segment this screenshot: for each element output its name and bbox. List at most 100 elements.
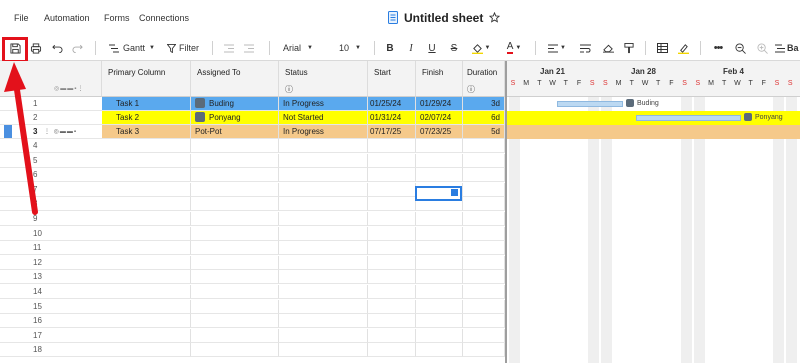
fill-color-dropdown[interactable]: ▼ <box>469 40 493 56</box>
eraser-icon[interactable] <box>601 40 615 56</box>
empty-cell[interactable] <box>463 226 505 241</box>
empty-cell[interactable] <box>368 197 416 212</box>
empty-cell[interactable] <box>191 182 279 197</box>
empty-cell[interactable] <box>279 241 368 256</box>
favorite-star-icon[interactable] <box>489 11 501 25</box>
empty-cell[interactable] <box>463 168 505 183</box>
zoom-in-icon[interactable] <box>755 40 769 56</box>
empty-cell[interactable] <box>102 314 191 329</box>
cell-task[interactable]: Task 2 <box>102 111 191 125</box>
empty-cell[interactable] <box>368 182 416 197</box>
cell-start[interactable]: 07/17/25 <box>368 125 416 139</box>
empty-cell[interactable] <box>416 168 463 183</box>
empty-cell[interactable] <box>279 299 368 314</box>
text-color-dropdown[interactable]: A ▼ <box>502 40 526 56</box>
table-row[interactable]: 2 Task 2 Ponyang Not Started 01/31/24 02… <box>0 111 505 125</box>
table-row[interactable]: 4 <box>0 139 505 153</box>
cell-finish[interactable]: 07/23/25 <box>416 125 463 139</box>
row-number[interactable]: 6 <box>0 168 42 183</box>
empty-cell[interactable] <box>279 343 368 358</box>
empty-cell[interactable] <box>191 285 279 299</box>
empty-cell[interactable] <box>102 153 191 168</box>
table-row[interactable]: 17 <box>0 328 505 343</box>
empty-cell[interactable] <box>279 153 368 168</box>
table-row[interactable]: 14 <box>0 285 505 299</box>
empty-cell[interactable] <box>191 255 279 270</box>
menu-forms[interactable]: Forms <box>104 13 130 23</box>
empty-cell[interactable] <box>279 314 368 329</box>
empty-cell[interactable] <box>279 226 368 241</box>
empty-cell[interactable] <box>279 139 368 153</box>
empty-cell[interactable] <box>102 168 191 183</box>
cell-finish[interactable]: 01/29/24 <box>416 97 463 111</box>
empty-cell[interactable] <box>463 241 505 256</box>
font-family-dropdown[interactable]: Arial ▼ <box>281 40 315 56</box>
table-row[interactable]: 5 <box>0 153 505 168</box>
empty-cell[interactable] <box>368 328 416 343</box>
empty-cell[interactable] <box>191 343 279 358</box>
empty-cell[interactable] <box>102 139 191 153</box>
row-number[interactable]: 13 <box>0 270 42 285</box>
row-number[interactable]: 8 <box>0 197 42 212</box>
format-painter-icon[interactable] <box>622 40 636 56</box>
empty-cell[interactable] <box>463 343 505 358</box>
row-number[interactable]: 4 <box>0 139 42 153</box>
calendar-picker-icon[interactable] <box>451 189 458 196</box>
empty-cell[interactable] <box>191 328 279 343</box>
row-number[interactable]: 2 <box>0 111 42 125</box>
empty-cell[interactable] <box>416 343 463 358</box>
empty-cell[interactable] <box>416 314 463 329</box>
cell-assigned[interactable]: Buding <box>191 97 279 111</box>
empty-cell[interactable] <box>416 153 463 168</box>
empty-cell[interactable] <box>102 299 191 314</box>
empty-cell[interactable] <box>279 182 368 197</box>
empty-cell[interactable] <box>191 197 279 212</box>
empty-cell[interactable] <box>191 139 279 153</box>
table-row[interactable]: 13 <box>0 270 505 285</box>
row-number[interactable]: 9 <box>0 212 42 226</box>
empty-cell[interactable] <box>102 197 191 212</box>
col-header-duration[interactable]: Duration ⓘ <box>463 61 505 97</box>
empty-cell[interactable] <box>463 328 505 343</box>
empty-cell[interactable] <box>463 270 505 285</box>
row-number[interactable]: 11 <box>0 241 42 256</box>
row-number[interactable]: 16 <box>0 314 42 329</box>
cell-status[interactable]: In Progress <box>279 125 368 139</box>
gantt-bar-task1[interactable] <box>557 101 623 107</box>
empty-cell[interactable] <box>463 153 505 168</box>
empty-cell[interactable] <box>102 241 191 256</box>
empty-cell[interactable] <box>368 212 416 226</box>
row-number[interactable]: 1 <box>0 97 42 111</box>
empty-cell[interactable] <box>191 153 279 168</box>
row-action-icons[interactable]: ⋮ ◎▬▬▪ <box>42 125 102 139</box>
table-row[interactable]: 10 <box>0 226 505 241</box>
info-icon[interactable]: ⓘ <box>285 84 293 95</box>
empty-cell[interactable] <box>191 168 279 183</box>
cell-start[interactable]: 01/31/24 <box>368 111 416 125</box>
empty-cell[interactable] <box>368 153 416 168</box>
empty-cell[interactable] <box>416 270 463 285</box>
row-number[interactable]: 14 <box>0 285 42 299</box>
empty-cell[interactable] <box>463 182 505 197</box>
print-icon[interactable] <box>28 40 44 56</box>
italic-icon[interactable]: I <box>405 40 417 56</box>
menu-file[interactable]: File <box>14 13 29 23</box>
empty-cell[interactable] <box>368 241 416 256</box>
view-dropdown[interactable]: Gantt ▼ <box>106 40 158 56</box>
empty-cell[interactable] <box>463 255 505 270</box>
table-row[interactable]: 1 Task 1 Buding In Progress 01/25/24 01/… <box>0 97 505 111</box>
empty-cell[interactable] <box>191 299 279 314</box>
empty-cell[interactable] <box>102 285 191 299</box>
cell-status[interactable]: In Progress <box>279 97 368 111</box>
empty-cell[interactable] <box>416 299 463 314</box>
row-number[interactable]: 10 <box>0 227 42 241</box>
gantt-bar-task2[interactable] <box>636 115 741 121</box>
row-number[interactable]: 5 <box>0 154 42 168</box>
grid-table-icon[interactable] <box>655 40 669 56</box>
empty-cell[interactable] <box>463 314 505 329</box>
empty-cell[interactable] <box>191 241 279 256</box>
redo-icon[interactable] <box>70 40 84 56</box>
row-number[interactable]: 3 <box>0 125 42 139</box>
cell-duration[interactable]: 5d <box>463 125 505 139</box>
row-number[interactable]: 12 <box>0 256 42 270</box>
